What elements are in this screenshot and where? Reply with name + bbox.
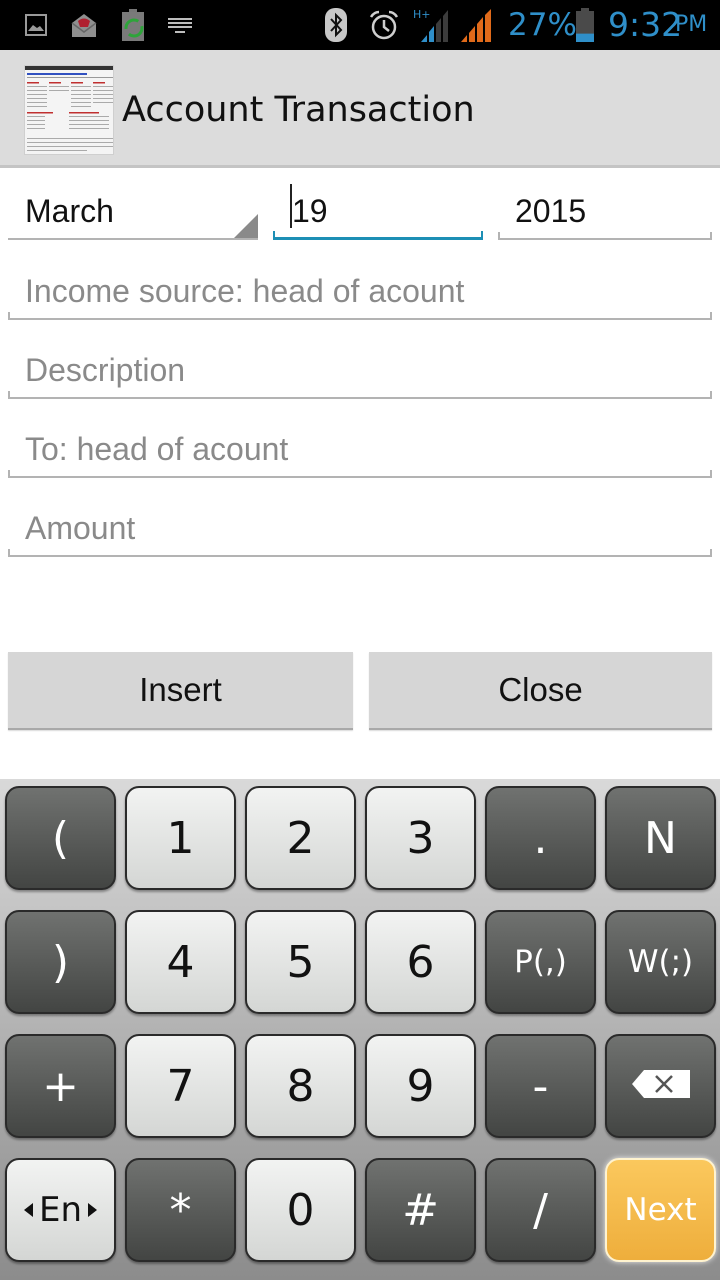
key-label: # bbox=[402, 1184, 439, 1236]
key-r1-c3[interactable]: 6 bbox=[365, 910, 476, 1014]
income-source-placeholder: Income source: head of acount bbox=[25, 273, 465, 309]
key-r1-c1[interactable]: 4 bbox=[125, 910, 236, 1014]
svg-text:H+: H+ bbox=[413, 8, 431, 21]
day-input[interactable]: 19 bbox=[273, 180, 483, 240]
key-r0-c1[interactable]: 1 bbox=[125, 786, 236, 890]
spreadsheet-thumbnail-icon[interactable] bbox=[24, 65, 114, 155]
status-bar: H+ 27% 9:32 PM bbox=[0, 0, 720, 50]
close-button[interactable]: Close bbox=[369, 652, 712, 730]
key-next[interactable]: Next bbox=[605, 1158, 716, 1262]
page-title: Account Transaction bbox=[122, 90, 475, 130]
description-placeholder: Description bbox=[25, 352, 186, 388]
key-r2-c0[interactable]: + bbox=[5, 1034, 116, 1138]
dropdown-triangle-icon bbox=[234, 214, 258, 238]
key-r2-c1[interactable]: 7 bbox=[125, 1034, 236, 1138]
key-label: 2 bbox=[286, 812, 315, 864]
mail-icon bbox=[70, 0, 98, 50]
key-r1-c4[interactable]: P(,) bbox=[485, 910, 596, 1014]
key-r0-c2[interactable]: 2 bbox=[245, 786, 356, 890]
key-r2-c2[interactable]: 8 bbox=[245, 1034, 356, 1138]
gallery-icon bbox=[24, 0, 48, 50]
description-input[interactable]: Description bbox=[8, 339, 712, 399]
key-label: 7 bbox=[166, 1060, 195, 1112]
key-r1-c2[interactable]: 5 bbox=[245, 910, 356, 1014]
key-r2-c3[interactable]: 9 bbox=[365, 1034, 476, 1138]
key-r0-c0[interactable]: ( bbox=[5, 786, 116, 890]
key-label: Next bbox=[624, 1192, 697, 1228]
key-r3-c4[interactable]: / bbox=[485, 1158, 596, 1262]
key-label: . bbox=[533, 812, 548, 864]
arrow-right-icon bbox=[88, 1203, 98, 1217]
key-r1-c5[interactable]: W(;) bbox=[605, 910, 716, 1014]
key-label: 3 bbox=[406, 812, 435, 864]
month-spinner[interactable]: March bbox=[8, 180, 258, 240]
action-bar: Account Transaction bbox=[0, 50, 720, 168]
key-label: 9 bbox=[406, 1060, 435, 1112]
key-label: + bbox=[42, 1060, 79, 1112]
bluetooth-icon bbox=[325, 0, 347, 50]
year-value: 2015 bbox=[515, 193, 587, 229]
key-label: 8 bbox=[286, 1060, 315, 1112]
backspace-icon bbox=[631, 1069, 690, 1103]
key-r1-c0[interactable]: ) bbox=[5, 910, 116, 1014]
arrow-left-icon bbox=[23, 1203, 33, 1217]
key-r3-c3[interactable]: # bbox=[365, 1158, 476, 1262]
key-label: P(,) bbox=[514, 944, 567, 980]
key-r0-c5[interactable]: N bbox=[605, 786, 716, 890]
key-label: 1 bbox=[166, 812, 195, 864]
key-label: N bbox=[644, 812, 677, 864]
amount-placeholder: Amount bbox=[25, 510, 136, 546]
key-label: ( bbox=[51, 812, 70, 864]
numeric-keyboard: (1 2 3. N) 4 5 6 P(,) W(;) +7 8 9 - En * 0 # / Next bbox=[0, 779, 720, 1280]
key-r3-c2[interactable]: 0 bbox=[245, 1158, 356, 1262]
clock-ampm: PM bbox=[675, 12, 708, 37]
signal-icon bbox=[460, 0, 494, 50]
amount-input[interactable]: Amount bbox=[8, 497, 712, 557]
year-input[interactable]: 2015 bbox=[498, 180, 712, 240]
battery-icon bbox=[574, 0, 596, 50]
key-label: - bbox=[532, 1060, 549, 1112]
key-label: En bbox=[38, 1190, 83, 1230]
key-label: * bbox=[169, 1184, 192, 1236]
key-label: 6 bbox=[406, 936, 435, 988]
key-r3-c1[interactable]: * bbox=[125, 1158, 236, 1262]
income-source-input[interactable]: Income source: head of acount bbox=[8, 260, 712, 320]
key-label: W(;) bbox=[627, 944, 694, 980]
insert-button[interactable]: Insert bbox=[8, 652, 353, 730]
key-r0-c4[interactable]: . bbox=[485, 786, 596, 890]
to-account-placeholder: To: head of acount bbox=[25, 431, 289, 467]
key-label: / bbox=[533, 1184, 548, 1236]
key-label: 4 bbox=[166, 936, 195, 988]
signal-hplus-icon: H+ bbox=[413, 0, 449, 50]
key-r2-c4[interactable]: - bbox=[485, 1034, 596, 1138]
alarm-icon bbox=[367, 0, 401, 50]
key-label: ) bbox=[51, 936, 70, 988]
to-account-input[interactable]: To: head of acount bbox=[8, 418, 712, 478]
clock-time: 9:32 bbox=[608, 5, 683, 44]
key-r0-c3[interactable]: 3 bbox=[365, 786, 476, 890]
day-value: 19 bbox=[292, 193, 328, 229]
keyboard-icon bbox=[166, 0, 194, 50]
battery-percent: 27% bbox=[508, 7, 577, 43]
month-value: March bbox=[25, 193, 114, 229]
key-label: 0 bbox=[286, 1184, 315, 1236]
key-language-en[interactable]: En bbox=[5, 1158, 116, 1262]
language-switch: En bbox=[23, 1190, 98, 1230]
key-backspace[interactable] bbox=[605, 1034, 716, 1138]
key-label: 5 bbox=[286, 936, 315, 988]
battery-sync-icon bbox=[119, 0, 147, 50]
